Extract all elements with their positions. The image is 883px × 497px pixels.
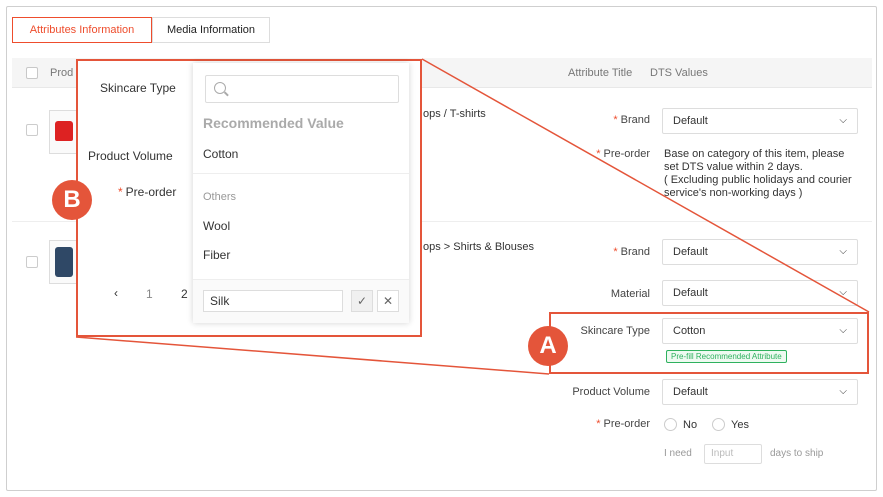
recommended-value-heading: Recommended Value bbox=[203, 115, 344, 131]
note-line: set DTS value within 2 days. bbox=[664, 161, 803, 173]
select-all-checkbox[interactable] bbox=[26, 67, 38, 79]
dropdown-option-cotton[interactable]: Cotton bbox=[203, 147, 238, 161]
pagination-page-2[interactable]: 2 bbox=[181, 287, 188, 301]
callout-a-marker: A bbox=[528, 326, 568, 366]
dropdown-search-input[interactable] bbox=[205, 75, 399, 103]
product-thumbnail bbox=[49, 240, 77, 284]
zoom-panel: Skincare Type Product Volume * Pre-order … bbox=[76, 59, 422, 337]
product-column-header: Prod bbox=[50, 67, 74, 79]
tab-media-information[interactable]: Media Information bbox=[152, 17, 270, 43]
confirm-check-icon[interactable]: ✓ bbox=[351, 290, 373, 312]
category-path: ops / T-shirts bbox=[423, 108, 486, 120]
dts-values-header: DTS Values bbox=[650, 67, 708, 79]
zoom-skincare-type-label: Skincare Type bbox=[100, 81, 176, 95]
brand-select-value: Default bbox=[673, 115, 708, 127]
dropdown-divider bbox=[193, 173, 409, 174]
product-volume-select[interactable]: Default ⌵ bbox=[662, 379, 858, 405]
brand-select[interactable]: Default ⌵ bbox=[662, 108, 858, 134]
preorder-note: Base on category of this item, please se… bbox=[664, 148, 852, 200]
jacket-image bbox=[55, 247, 73, 277]
note-line: ( Excluding public holidays and courier bbox=[664, 174, 852, 186]
radio-yes-label: Yes bbox=[731, 419, 749, 431]
preorder-no-radio[interactable] bbox=[664, 418, 677, 431]
brand-select-value: Default bbox=[673, 246, 708, 258]
highlight-box-a bbox=[549, 312, 869, 374]
tab-attributes-information[interactable]: Attributes Information bbox=[12, 17, 152, 43]
preorder-label: * Pre-order bbox=[596, 418, 650, 430]
brand-label: * Brand bbox=[613, 246, 650, 258]
zoom-product-volume-label: Product Volume bbox=[88, 149, 173, 163]
chevron-down-icon: ⌵ bbox=[839, 386, 847, 397]
custom-value-bar: Silk ✓ ✕ bbox=[193, 279, 409, 323]
material-select[interactable]: Default ⌵ bbox=[662, 280, 858, 306]
days-to-ship-text: days to ship bbox=[770, 448, 824, 459]
dropdown-option-fiber[interactable]: Fiber bbox=[203, 248, 230, 262]
zoom-preorder-label: * Pre-order bbox=[118, 185, 177, 199]
brand-select[interactable]: Default ⌵ bbox=[662, 239, 858, 265]
preorder-label: * Pre-order bbox=[596, 148, 650, 160]
chevron-down-icon: ⌵ bbox=[839, 246, 847, 257]
days-to-ship-input[interactable]: Input bbox=[704, 444, 762, 464]
product-volume-label: Product Volume bbox=[572, 386, 650, 398]
note-line: Base on category of this item, please bbox=[664, 148, 845, 160]
attribute-title-header: Attribute Title bbox=[568, 67, 633, 79]
product-thumbnail bbox=[49, 110, 77, 154]
callout-b-marker: B bbox=[52, 180, 92, 220]
material-label: Material bbox=[610, 288, 650, 300]
note-line: service's non-working days ) bbox=[664, 187, 803, 199]
category-path: ops > Shirts & Blouses bbox=[423, 241, 534, 253]
material-select-value: Default bbox=[673, 287, 708, 299]
tshirt-image bbox=[55, 121, 73, 141]
preorder-yes-radio[interactable] bbox=[712, 418, 725, 431]
radio-no-label: No bbox=[683, 419, 698, 431]
search-icon bbox=[214, 82, 226, 94]
cancel-x-icon[interactable]: ✕ bbox=[377, 290, 399, 312]
pagination-page-1[interactable]: 1 bbox=[146, 287, 153, 301]
volume-select-value: Default bbox=[673, 386, 708, 398]
chevron-down-icon: ⌵ bbox=[839, 287, 847, 298]
skincare-dropdown: Recommended Value Cotton Others Wool Fib… bbox=[193, 63, 409, 323]
custom-value-input[interactable]: Silk bbox=[203, 290, 343, 312]
row-checkbox[interactable] bbox=[26, 256, 38, 268]
chevron-down-icon: ⌵ bbox=[839, 115, 847, 126]
dropdown-option-wool[interactable]: Wool bbox=[203, 219, 230, 233]
brand-label: * Brand bbox=[613, 114, 650, 126]
row-checkbox[interactable] bbox=[26, 124, 38, 136]
pagination-prev-button[interactable]: ‹ bbox=[114, 286, 118, 300]
others-heading: Others bbox=[203, 191, 237, 203]
need-text: I need bbox=[664, 448, 692, 459]
